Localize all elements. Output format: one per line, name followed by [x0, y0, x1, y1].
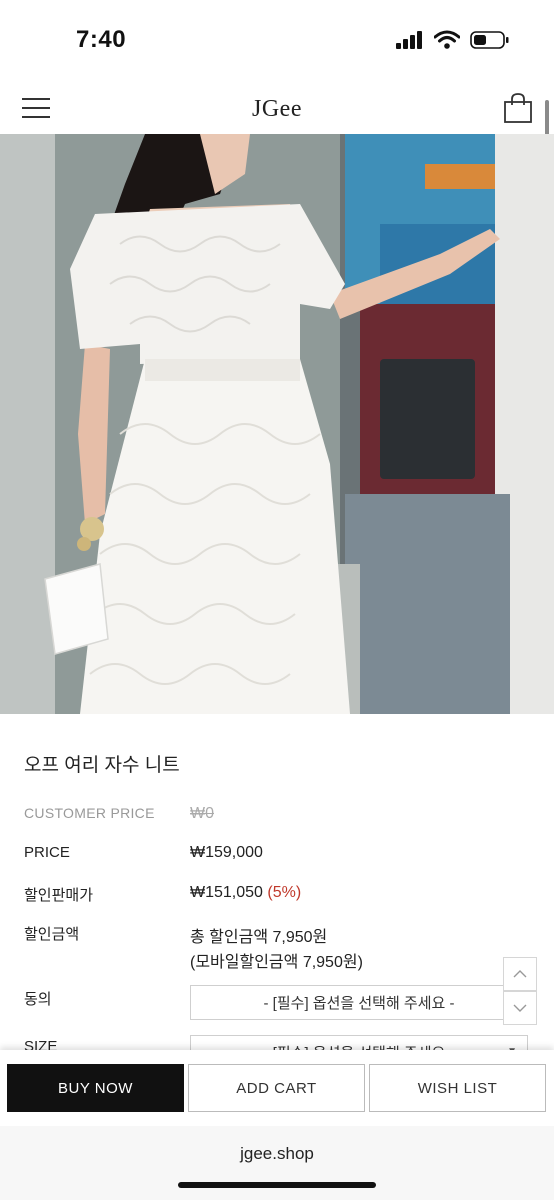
chevron-down-icon: [513, 1004, 527, 1012]
discount-mobile: (모바일할인금액 7,950원): [190, 954, 363, 971]
status-icons: [396, 30, 510, 50]
sale-price-label: 할인판매가: [24, 887, 94, 904]
sale-price-value: ₩151,050 (5%): [190, 884, 301, 902]
cellular-signal-icon: [396, 31, 422, 49]
shopping-bag-icon: [504, 93, 532, 123]
home-indicator[interactable]: [178, 1182, 376, 1188]
shopping-bag-button[interactable]: [503, 92, 533, 124]
chevron-up-icon: [513, 970, 527, 978]
price-label: PRICE: [24, 844, 70, 861]
sale-price-amount: ₩151,050: [190, 884, 263, 901]
buy-now-button[interactable]: BUY NOW: [7, 1064, 184, 1112]
status-bar: 7:40: [0, 0, 554, 80]
scroll-down-button[interactable]: [503, 991, 537, 1025]
product-image: [0, 134, 554, 714]
discount-label: 할인금액: [24, 926, 80, 943]
customer-price-value: ₩0: [190, 805, 214, 822]
price-value: ₩159,000: [190, 844, 263, 861]
customer-price-label: CUSTOMER PRICE: [24, 805, 155, 821]
add-cart-button[interactable]: ADD CART: [188, 1064, 365, 1112]
scroll-up-button[interactable]: [503, 957, 537, 991]
url-text[interactable]: jgee.shop: [0, 1144, 554, 1164]
browser-url-bar[interactable]: jgee.shop: [0, 1126, 554, 1200]
battery-icon: [470, 31, 509, 49]
bottom-action-bar: BUY NOW ADD CART WISH LIST: [0, 1050, 554, 1126]
agree-option-text: - [필수] 옵션을 선택해 주세요 -: [263, 995, 455, 1012]
sale-percent: (5%): [267, 884, 302, 901]
status-time: 7:40: [76, 26, 127, 53]
wish-list-button[interactable]: WISH LIST: [369, 1064, 546, 1112]
discount-total: 총 할인금액 7,950원: [190, 929, 328, 946]
site-header: JGee: [0, 84, 554, 134]
agree-option-select[interactable]: - [필수] 옵션을 선택해 주세요 - ▼: [190, 985, 528, 1020]
agree-label: 동의: [24, 991, 52, 1008]
product-title: 오프 여리 자수 니트: [24, 755, 180, 776]
wifi-icon: [434, 30, 460, 49]
site-logo[interactable]: JGee: [0, 96, 554, 123]
